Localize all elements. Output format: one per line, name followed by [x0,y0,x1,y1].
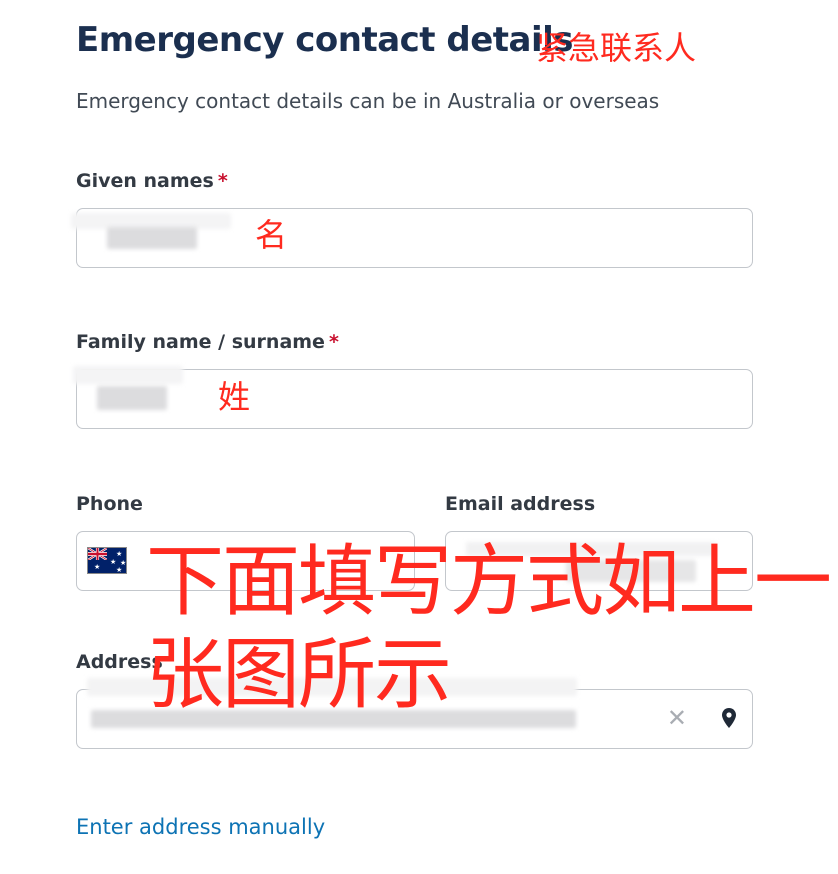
enter-address-manually-link[interactable]: Enter address manually [76,815,325,839]
annotation-instruction-line1: 下面填写方式如上一 [146,537,832,627]
annotation-instruction-line2: 张图所示 [146,630,452,720]
flag-star-icon: ★ [116,566,123,574]
redacted-value [73,366,183,384]
family-name-label: Family name / surname * [76,331,339,353]
given-names-label: Given names * [76,170,228,192]
family-name-input[interactable] [73,366,753,429]
annotation-given-note: 名 [255,216,288,254]
page-title: Emergency contact details [76,20,574,60]
required-marker: * [328,331,339,353]
phone-label: Phone [76,493,143,515]
page-subtitle: Emergency contact details can be in Aust… [76,89,660,113]
given-names-input[interactable] [71,208,753,268]
flag-star-icon: ★ [110,558,117,566]
flag-star-icon: ★ [116,550,123,558]
annotation-title-note: 紧急联系人 [536,29,697,67]
required-marker: * [217,170,228,192]
annotation-family-note: 姓 [218,378,251,416]
map-pin-icon[interactable] [722,708,736,728]
email-label: Email address [445,493,596,515]
given-names-label-text: Given names [76,170,214,192]
redacted-value [97,386,167,410]
australia-flag-icon[interactable]: ★ ★ ★ ★ ★ [87,547,127,574]
flag-star-icon: ★ [94,563,101,571]
family-name-label-text: Family name / surname [76,331,325,353]
close-icon[interactable]: ✕ [667,706,687,730]
redacted-value [107,227,197,249]
